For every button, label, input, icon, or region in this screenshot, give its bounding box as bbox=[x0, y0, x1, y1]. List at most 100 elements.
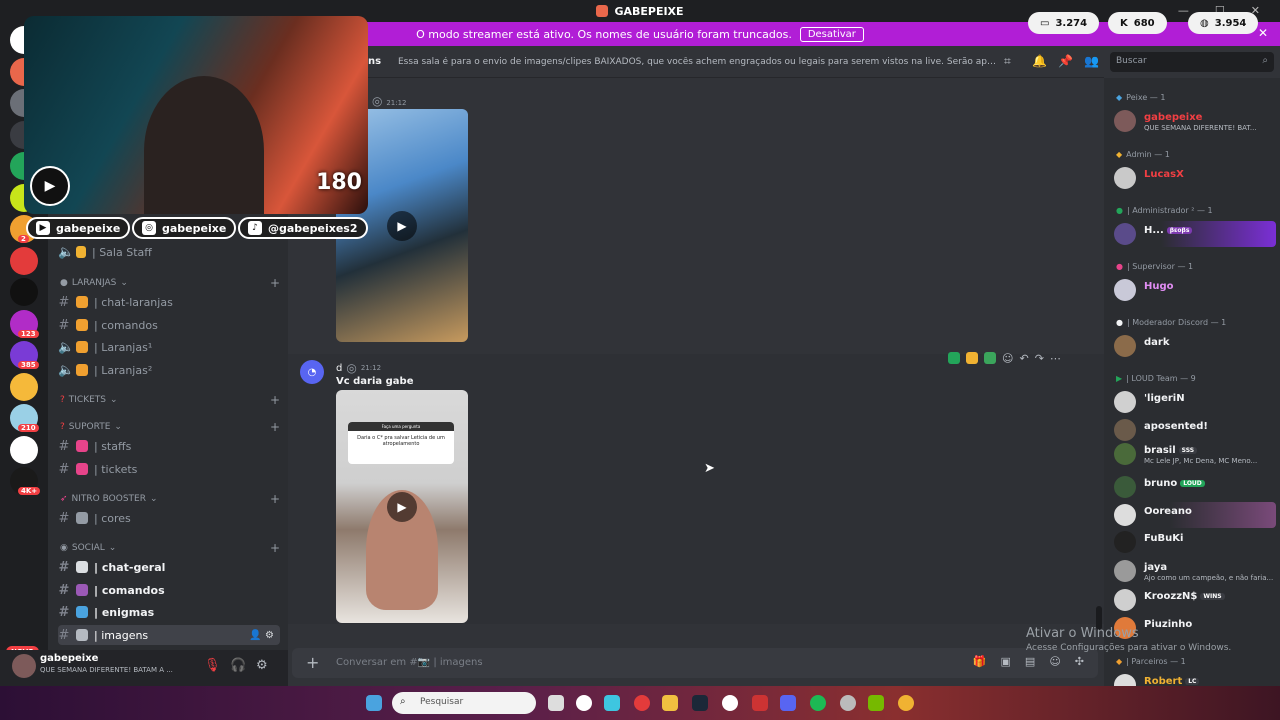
message-time: 21:12 bbox=[386, 99, 407, 107]
app-icon[interactable] bbox=[576, 695, 592, 711]
channel-settings-icon[interactable]: 👤 ⚙ bbox=[249, 630, 274, 641]
copilot-icon[interactable] bbox=[604, 695, 620, 711]
channel-label: | Laranjas² bbox=[94, 363, 153, 377]
close-banner-icon[interactable]: ✕ bbox=[1258, 26, 1268, 40]
category-social[interactable]: ◉ SOCIAL ⌄ + bbox=[60, 541, 280, 555]
disable-streamer-button[interactable]: Desativar bbox=[799, 26, 864, 42]
member-item[interactable]: Robert LC bbox=[1112, 672, 1276, 686]
member-item[interactable]: jaya Ajo como um campeão, e não faria... bbox=[1112, 558, 1276, 584]
chat-area: ns Essa sala é para o envio de imagens/c… bbox=[288, 46, 1104, 650]
add-attachment-icon[interactable]: + bbox=[306, 653, 319, 672]
check-reaction-icon[interactable] bbox=[948, 352, 960, 364]
gif-icon[interactable]: ▣ bbox=[1001, 655, 1011, 668]
member-tag: SSS bbox=[1178, 446, 1198, 454]
channel-chat-geral[interactable]: # | chat-geral bbox=[58, 557, 280, 577]
threads-icon[interactable]: ⌗ bbox=[1004, 54, 1011, 69]
channel-staffs[interactable]: # | staffs bbox=[58, 436, 280, 456]
laugh-reaction-icon[interactable] bbox=[966, 352, 978, 364]
avatar[interactable]: ◔ bbox=[300, 360, 324, 384]
minimize-icon[interactable]: — bbox=[1178, 4, 1189, 17]
member-item[interactable]: KroozzN$ WINS bbox=[1112, 587, 1276, 613]
spotify-icon[interactable] bbox=[810, 695, 826, 711]
channel-laranjas-2[interactable]: 🔈 | Laranjas² bbox=[58, 360, 280, 380]
emoji-icon[interactable]: ☺ bbox=[1049, 655, 1060, 668]
add-channel-icon[interactable]: + bbox=[270, 276, 280, 290]
file-explorer-icon[interactable] bbox=[662, 695, 678, 711]
composer-placeholder[interactable]: Conversar em #📷 | imagens bbox=[336, 657, 483, 668]
message-composer[interactable]: + Conversar em #📷 | imagens 🎁 ▣ ▤ ☺ ✣ bbox=[292, 648, 1098, 678]
channel-chat-laranjas[interactable]: # | chat-laranjas bbox=[58, 292, 280, 312]
member-item[interactable]: brasil SSS Mc Lele JP, Mc Dena, MC Meno... bbox=[1112, 441, 1276, 467]
pin-icon[interactable]: 📌 bbox=[1058, 54, 1073, 68]
add-channel-icon[interactable]: + bbox=[270, 492, 280, 506]
category-suporte[interactable]: ? SUPORTE ⌄ + bbox=[60, 420, 280, 434]
message-author[interactable]: d bbox=[336, 363, 342, 374]
app-icon[interactable] bbox=[752, 695, 768, 711]
member-item[interactable]: bruno LOUD bbox=[1112, 474, 1276, 500]
member-item[interactable]: H... βεοβs bbox=[1112, 221, 1276, 247]
category-tickets[interactable]: ? TICKETS ⌄ + bbox=[60, 393, 280, 407]
server-icon[interactable] bbox=[10, 435, 38, 464]
app-icon[interactable] bbox=[722, 695, 738, 711]
channel-comandos-social[interactable]: # | comandos bbox=[58, 580, 280, 600]
more-icon[interactable]: ⋯ bbox=[1050, 352, 1061, 365]
channel-imagens[interactable]: # | imagens 👤 ⚙ bbox=[58, 625, 280, 645]
member-item[interactable]: aposented! bbox=[1112, 417, 1276, 443]
channel-comandos[interactable]: # | comandos bbox=[58, 315, 280, 335]
hash-icon: # bbox=[58, 461, 70, 477]
category-nitro-booster[interactable]: ➶ NITRO BOOSTER ⌄ + bbox=[60, 492, 280, 506]
bell-icon[interactable]: 🔔 bbox=[1032, 54, 1047, 68]
mute-mic-icon[interactable]: 🎙 bbox=[204, 658, 221, 673]
channel-tickets[interactable]: # | tickets bbox=[58, 459, 280, 479]
opera-icon[interactable] bbox=[634, 695, 650, 711]
video-attachment[interactable]: Faça uma pergunta Daria o C* pra salvar … bbox=[336, 390, 468, 623]
play-icon[interactable]: ▶ bbox=[387, 491, 417, 522]
member-item[interactable]: 'ligeriN bbox=[1112, 389, 1276, 415]
steam-icon[interactable] bbox=[692, 695, 708, 711]
server-icon[interactable] bbox=[10, 278, 38, 306]
member-item[interactable]: Hugo bbox=[1112, 277, 1276, 303]
add-channel-icon[interactable]: + bbox=[270, 393, 280, 407]
search-input[interactable]: Buscar ⌕ bbox=[1110, 52, 1274, 72]
globe-icon: ◍ bbox=[1200, 17, 1209, 29]
member-item[interactable]: Ooreano bbox=[1112, 502, 1276, 528]
chrome-icon[interactable] bbox=[898, 695, 914, 711]
member-item[interactable]: gabepeixe QUE SEMANA DIFERENTE! BAT... bbox=[1112, 108, 1276, 134]
add-channel-icon[interactable]: + bbox=[270, 420, 280, 434]
members-icon[interactable]: 👥 bbox=[1084, 54, 1099, 68]
deafen-icon[interactable]: 🎧 bbox=[230, 658, 246, 673]
category-laranjas[interactable]: ● LARANJAS ⌄ + bbox=[60, 276, 280, 290]
server-badge: 123 bbox=[18, 329, 39, 338]
member-item[interactable]: dark bbox=[1112, 333, 1276, 359]
channel-topic[interactable]: Essa sala é para o envio de imagens/clip… bbox=[398, 57, 998, 67]
task-view-icon[interactable] bbox=[548, 695, 564, 711]
role-icon: ● bbox=[1116, 318, 1123, 327]
play-icon[interactable]: ▶ bbox=[387, 210, 417, 241]
taskbar-search[interactable]: ⌕ Pesquisar bbox=[392, 692, 536, 714]
gear-icon[interactable]: ⚙ bbox=[256, 658, 268, 673]
gift-icon[interactable]: 🎁 bbox=[973, 655, 987, 668]
nvidia-icon[interactable] bbox=[868, 695, 884, 711]
chevron-down-icon: ⌄ bbox=[108, 543, 117, 553]
channel-cores[interactable]: # | cores bbox=[58, 508, 280, 528]
role-icon: ● bbox=[1116, 262, 1123, 271]
obs-icon[interactable] bbox=[840, 695, 856, 711]
taskbar-search-placeholder: Pesquisar bbox=[420, 697, 464, 707]
add-reaction-icon[interactable]: ☺ bbox=[1002, 352, 1013, 365]
discord-icon[interactable] bbox=[780, 695, 796, 711]
apps-icon[interactable]: ✣ bbox=[1075, 655, 1084, 668]
channel-laranjas-1[interactable]: 🔈 | Laranjas¹ bbox=[58, 337, 280, 357]
channel-enigmas[interactable]: # | enigmas bbox=[58, 602, 280, 622]
windows-start-icon[interactable] bbox=[366, 695, 382, 711]
member-item[interactable]: LucasX bbox=[1112, 165, 1276, 191]
sticker-icon[interactable]: ▤ bbox=[1025, 655, 1035, 668]
server-icon[interactable] bbox=[10, 246, 38, 275]
sticker-reaction-icon[interactable] bbox=[984, 352, 996, 364]
forward-icon[interactable]: ↷ bbox=[1035, 352, 1044, 365]
channel-sala-staff[interactable]: 🔈 | Sala Staff bbox=[58, 242, 280, 262]
server-icon[interactable] bbox=[10, 372, 38, 401]
reply-icon[interactable]: ↶ bbox=[1019, 352, 1028, 365]
add-channel-icon[interactable]: + bbox=[270, 541, 280, 555]
avatar[interactable] bbox=[12, 654, 36, 678]
member-item[interactable]: FuBuKi bbox=[1112, 529, 1276, 555]
